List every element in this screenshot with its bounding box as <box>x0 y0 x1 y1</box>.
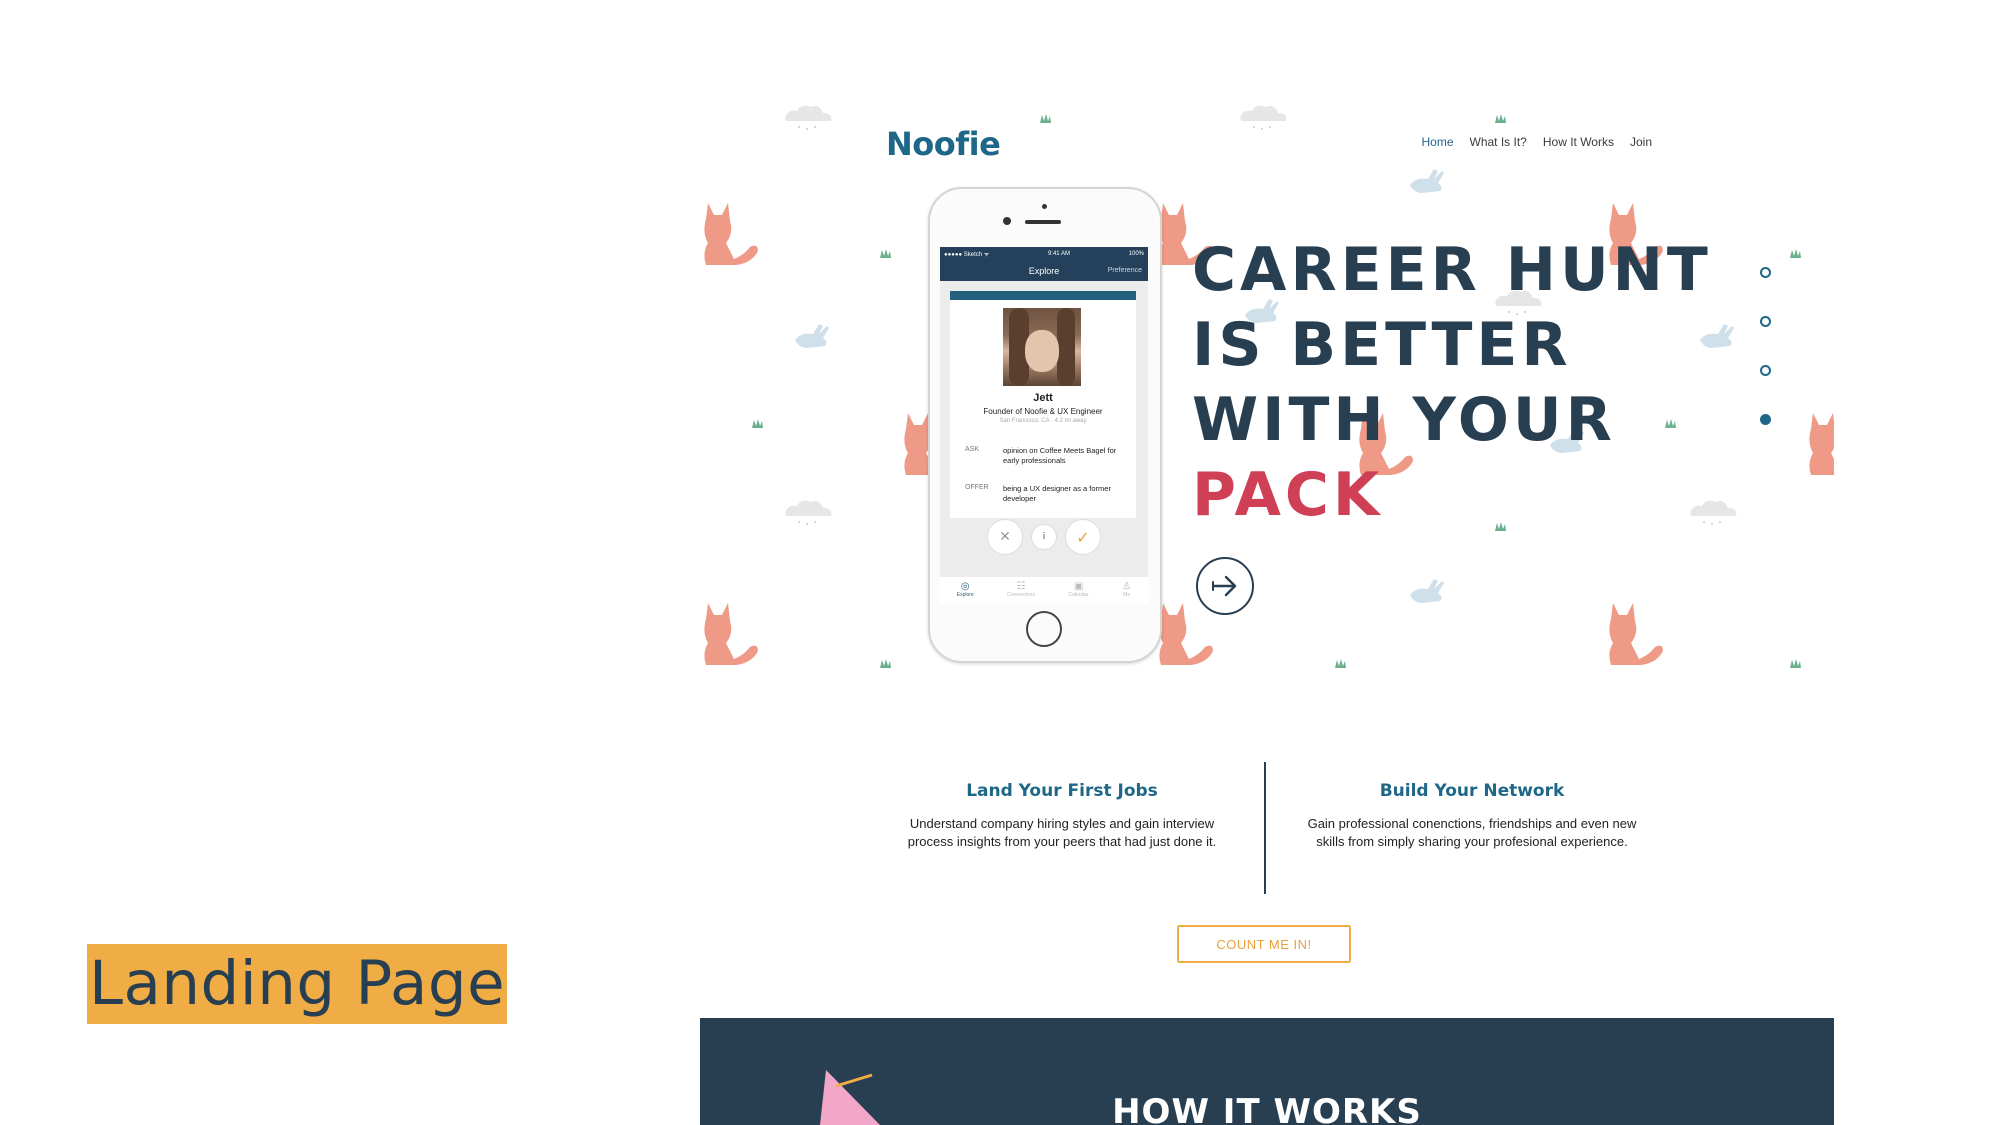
phone-speaker <box>1025 220 1061 224</box>
feature-build-network: Build Your Network Gain professional con… <box>1302 781 1642 851</box>
nav-home[interactable]: Home <box>1421 135 1453 149</box>
tab-explore[interactable]: ◎ Explore <box>957 581 974 599</box>
headline-line-3: WITH YOUR <box>1192 385 1616 455</box>
profile-card[interactable]: Jett Founder of Noofie & UX Engineer San… <box>950 291 1136 518</box>
accept-button[interactable]: ✓ <box>1065 519 1101 555</box>
count-me-in-button[interactable]: COUNT ME IN! <box>1177 925 1351 963</box>
phone-sensor <box>1042 204 1047 209</box>
noofie-logo[interactable]: Noofie <box>886 125 1001 163</box>
phone-mockup: ●●●●● Sketch ᯤ 9:41 AM 100% Explore Pref… <box>928 187 1162 663</box>
feature-divider <box>1264 762 1266 894</box>
phone-tab-bar: ◎ Explore ☷ Connections ▣ Calendar ♙ Me <box>940 577 1148 603</box>
nav-join[interactable]: Join <box>1630 135 1652 149</box>
slider-dot-4[interactable] <box>1760 414 1771 425</box>
how-it-works-title: HOW IT WORKS <box>1112 1092 1422 1125</box>
compass-icon: ◎ <box>960 581 970 592</box>
slider-dot-3[interactable] <box>1760 365 1771 376</box>
landing-page-mockup: Noofie Home What Is It? How It Works Joi… <box>700 105 1834 1125</box>
feature-text: Understand company hiring styles and gai… <box>907 816 1217 849</box>
status-time: 9:41 AM <box>1047 251 1070 257</box>
how-it-works-section: HOW IT WORKS <box>700 1018 1834 1125</box>
status-carrier: ●●●●● Sketch ᯤ <box>944 252 990 258</box>
nav-how-it-works[interactable]: How It Works <box>1543 135 1614 149</box>
phone-status-bar: ●●●●● Sketch ᯤ 9:41 AM 100% <box>940 247 1148 261</box>
headline-line-2: IS BETTER <box>1192 310 1572 380</box>
ask-text: opinion on Coffee Meets Bagel for early … <box>1003 446 1117 465</box>
tab-connections[interactable]: ☷ Connections <box>1007 581 1035 599</box>
slider-dots <box>1760 267 1771 463</box>
profile-role: Founder of Noofie & UX Engineer <box>983 407 1103 416</box>
calendar-icon: ▣ <box>1073 581 1084 592</box>
phone-screen: ●●●●● Sketch ᯤ 9:41 AM 100% Explore Pref… <box>940 247 1148 603</box>
feature-text: Gain professional conenctions, friendshi… <box>1307 816 1637 849</box>
status-battery: 100% <box>1128 251 1144 257</box>
slide-title-label: Landing Page <box>87 944 508 1024</box>
tab-me[interactable]: ♙ Me <box>1122 581 1132 599</box>
ask-label: ASK <box>965 446 980 453</box>
next-arrow-button[interactable] <box>1196 557 1254 615</box>
profile-photo <box>1003 308 1081 386</box>
app-header: Explore Preference <box>940 261 1148 281</box>
phone-camera <box>1003 217 1011 225</box>
headline-accent: PACK <box>1192 460 1384 530</box>
offer-text: being a UX designer as a former develope… <box>1003 484 1111 503</box>
feature-title: Land Your First Jobs <box>966 781 1158 801</box>
headline-line-1: CAREER HUNT <box>1192 235 1712 305</box>
feature-first-jobs: Land Your First Jobs Understand company … <box>892 781 1232 851</box>
people-icon: ☷ <box>1016 581 1026 592</box>
arrow-right-icon <box>1211 575 1237 597</box>
slider-dot-2[interactable] <box>1760 316 1771 327</box>
slider-dot-1[interactable] <box>1760 267 1771 278</box>
tab-calendar[interactable]: ▣ Calendar <box>1068 581 1088 599</box>
hero-headline: CAREER HUNT IS BETTER WITH YOUR PACK <box>1192 233 1712 533</box>
nav-what-is-it[interactable]: What Is It? <box>1470 135 1527 149</box>
phone-home-button <box>1026 611 1062 647</box>
preference-link[interactable]: Preference <box>1108 267 1142 274</box>
offer-label: OFFER <box>965 484 989 491</box>
hero-section: Noofie Home What Is It? How It Works Joi… <box>700 105 1834 675</box>
user-icon: ♙ <box>1122 581 1132 592</box>
info-button[interactable]: i <box>1031 524 1057 550</box>
profile-name: Jett <box>1033 392 1053 404</box>
profile-location: San Francisco, CA · 4.2 mi away <box>999 418 1087 424</box>
card-actions: ✕ i ✓ <box>940 519 1148 555</box>
feature-title: Build Your Network <box>1379 781 1565 801</box>
top-navigation: Home What Is It? How It Works Join <box>1421 135 1652 149</box>
reject-button[interactable]: ✕ <box>987 519 1023 555</box>
